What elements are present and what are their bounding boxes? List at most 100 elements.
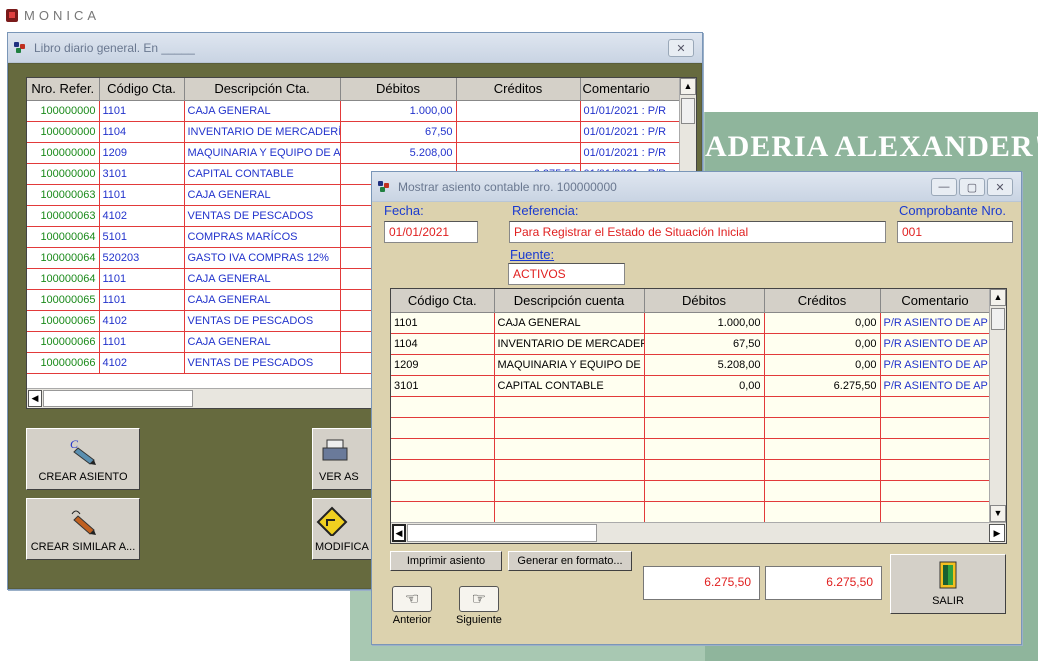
total-creditos: 6.275,50	[765, 566, 882, 600]
modificar-label: MODIFICA	[315, 541, 369, 553]
cell-com	[880, 480, 991, 502]
cell-cod: 1101	[99, 100, 185, 122]
table-header: Nro. Refer. Código Cta. Descripción Cta.…	[27, 78, 681, 101]
cell-com	[880, 438, 991, 460]
table-row[interactable]	[391, 438, 991, 460]
scroll-thumb[interactable]	[407, 524, 597, 542]
cell-deb: 5.208,00	[340, 142, 457, 164]
col-header[interactable]: Descripción Cta.	[184, 78, 341, 101]
anterior-button[interactable]: ☜ Anterior	[392, 586, 432, 626]
table-row[interactable]: 3101 CAPITAL CONTABLE 0,00 6.275,50 P/R ASIE…	[391, 375, 991, 397]
modificar-button[interactable]: MODIFICA	[312, 498, 372, 560]
cell-deb: 1.000,00	[340, 100, 457, 122]
scroll-up-icon[interactable]: ▲	[680, 78, 696, 95]
cell-com	[880, 459, 991, 481]
cell-cred	[456, 121, 581, 143]
scroll-right-icon[interactable]: ▶	[989, 524, 1005, 542]
libro-titlebar[interactable]: Libro diario general. En _____ ✕	[8, 33, 702, 63]
col-header[interactable]: Débitos	[644, 289, 765, 313]
table-row[interactable]: 1101 CAJA GENERAL 1.000,00 0,00 P/R ASIENTO …	[391, 312, 991, 334]
col-header[interactable]: Comentario	[880, 289, 991, 313]
table-row[interactable]: 1104 INVENTARIO DE MERCADER 67,50 0,00 P/R A…	[391, 333, 991, 355]
app-label: MONICA	[6, 6, 100, 24]
cell-ref: 100000063	[27, 205, 100, 227]
cell-cod	[391, 417, 495, 439]
pen-icon: C	[70, 437, 96, 465]
cell-ref: 100000063	[27, 184, 100, 206]
imprimir-label: Imprimir asiento	[406, 555, 486, 567]
generar-formato-button[interactable]: Generar en formato...	[508, 551, 632, 571]
salir-button[interactable]: SALIR	[890, 554, 1006, 614]
siguiente-label: Siguiente	[456, 614, 502, 626]
cell-desc: CAJA GENERAL	[184, 268, 341, 290]
referencia-field[interactable]: Para Registrar el Estado de Situación In…	[509, 221, 886, 243]
scroll-down-icon[interactable]: ▼	[990, 505, 1006, 522]
crear-similar-button[interactable]: CREAR SIMILAR A...	[26, 498, 140, 560]
cell-cod: 4102	[99, 352, 185, 374]
scroll-thumb[interactable]	[991, 308, 1005, 330]
table-row[interactable]	[391, 501, 991, 523]
col-header[interactable]: Código Cta.	[99, 78, 185, 101]
col-header[interactable]: Comentario	[580, 78, 681, 101]
table-row[interactable]: 100000000 1101 CAJA GENERAL 1.000,00 01/01/2…	[27, 100, 681, 122]
close-button[interactable]: ✕	[668, 39, 694, 57]
cell-desc: VENTAS DE PESCADOS	[184, 310, 341, 332]
asiento-table: Código Cta. Descripción cuenta Débitos C…	[390, 288, 1007, 544]
cell-cod: 1101	[391, 312, 495, 334]
ver-asiento-button[interactable]: VER AS	[312, 428, 372, 490]
cell-deb	[644, 417, 765, 439]
cell-cod	[391, 480, 495, 502]
scroll-left-icon[interactable]: ◀	[392, 524, 406, 542]
fuente-field[interactable]: ACTIVOS	[508, 263, 625, 285]
cell-deb: 67,50	[644, 333, 765, 355]
cell-ref: 100000065	[27, 289, 100, 311]
cell-desc: CAJA GENERAL	[184, 331, 341, 353]
table-row[interactable]: 1209 MAQUINARIA Y EQUIPO DE 5.208,00 0,00 P/…	[391, 354, 991, 376]
table-row[interactable]	[391, 417, 991, 439]
table-row[interactable]: 100000000 1209 MAQUINARIA Y EQUIPO DE A 5.2…	[27, 142, 681, 164]
col-header[interactable]: Débitos	[340, 78, 457, 101]
minimize-button[interactable]: —	[931, 178, 957, 196]
cell-cod	[391, 438, 495, 460]
cell-cod: 3101	[391, 375, 495, 397]
col-header[interactable]: Nro. Refer.	[27, 78, 100, 101]
crear-asiento-button[interactable]: C CREAR ASIENTO	[26, 428, 140, 490]
cell-desc	[494, 438, 645, 460]
table-row[interactable]	[391, 480, 991, 502]
close-button[interactable]: ✕	[987, 178, 1013, 196]
comprobante-label: Comprobante Nro.	[899, 203, 1006, 218]
col-header[interactable]: Código Cta.	[391, 289, 495, 313]
horizontal-scrollbar[interactable]: ◀ ▶	[391, 522, 1006, 543]
imprimir-asiento-button[interactable]: Imprimir asiento	[390, 551, 502, 571]
siguiente-button[interactable]: ☞ Siguiente	[456, 586, 502, 626]
table-row[interactable]	[391, 396, 991, 418]
cell-cod	[391, 459, 495, 481]
cell-desc: CAPITAL CONTABLE	[184, 163, 341, 185]
table-row[interactable]	[391, 459, 991, 481]
cell-cred	[764, 459, 881, 481]
col-header[interactable]: Descripción cuenta	[494, 289, 645, 313]
cell-com: P/R ASIENTO DE AP	[880, 312, 991, 334]
comprobante-field[interactable]: 001	[897, 221, 1013, 243]
scroll-up-icon[interactable]: ▲	[990, 289, 1006, 306]
scroll-left-icon[interactable]: ◀	[28, 390, 42, 407]
col-header[interactable]: Créditos	[764, 289, 881, 313]
asiento-body: Fecha: 01/01/2021 Referencia: Para Regis…	[372, 202, 1021, 644]
asiento-titlebar[interactable]: Mostrar asiento contable nro. 100000000 …	[372, 172, 1021, 202]
scroll-thumb[interactable]	[43, 390, 193, 407]
warning-sign-icon	[316, 506, 348, 536]
maximize-button[interactable]: ▢	[959, 178, 985, 196]
col-header[interactable]: Créditos	[456, 78, 581, 101]
scroll-thumb[interactable]	[681, 98, 695, 124]
vertical-scrollbar[interactable]: ▲ ▼	[989, 289, 1006, 522]
cell-com: P/R ASIENTO DE AP	[880, 333, 991, 355]
cell-cred	[764, 396, 881, 418]
cell-deb: 67,50	[340, 121, 457, 143]
cell-desc	[494, 480, 645, 502]
cell-deb	[644, 480, 765, 502]
cell-com: 01/01/2021 : P/R	[580, 121, 681, 143]
fecha-field[interactable]: 01/01/2021	[384, 221, 478, 243]
table-row[interactable]: 100000000 1104 INVENTARIO DE MERCADERÍ 67,5…	[27, 121, 681, 143]
crear-similar-label: CREAR SIMILAR A...	[30, 541, 136, 553]
cell-com	[880, 396, 991, 418]
